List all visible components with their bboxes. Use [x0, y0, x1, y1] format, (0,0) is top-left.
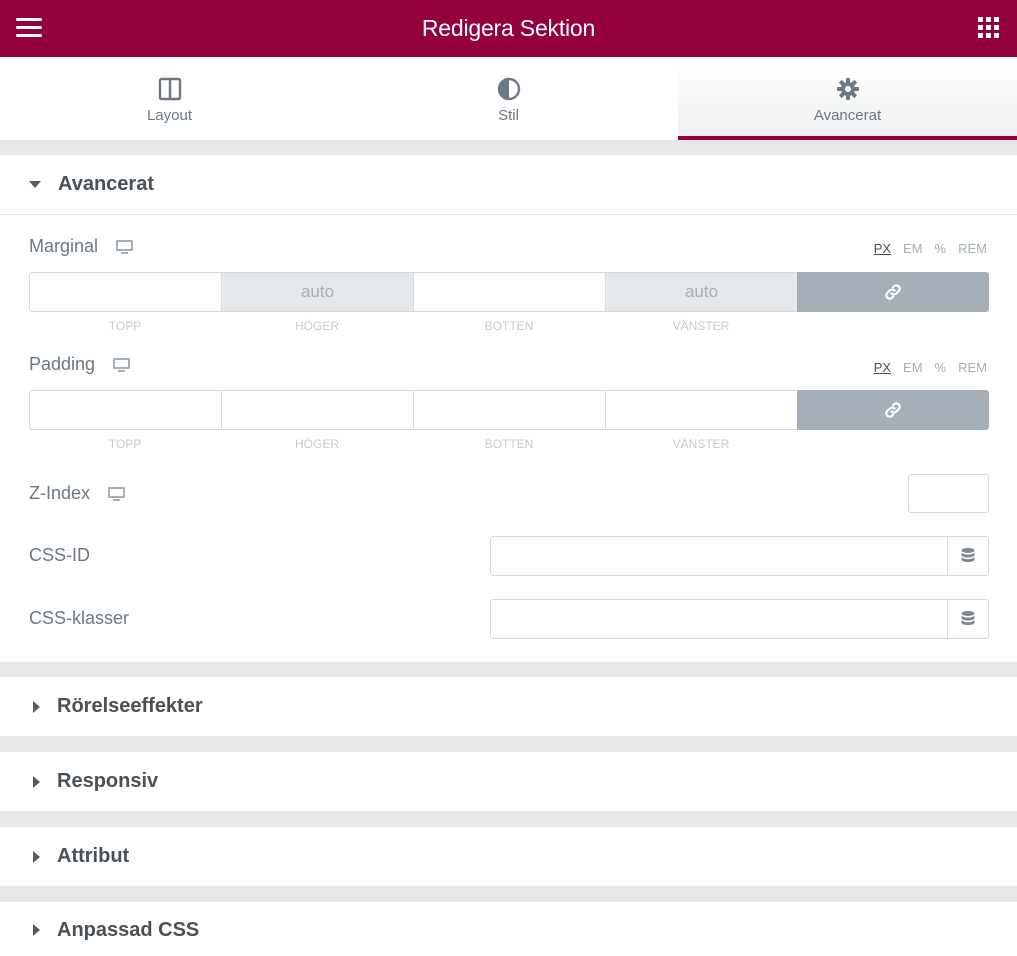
side-label-bottom: BOTTEN: [484, 437, 534, 451]
caret-down-icon: [29, 181, 41, 188]
unit-px[interactable]: PX: [874, 241, 891, 256]
tab-style[interactable]: Stil: [339, 57, 678, 140]
hamburger-menu-icon[interactable]: [16, 18, 42, 38]
tab-label: Layout: [146, 107, 193, 124]
half-circle-icon: [497, 77, 520, 101]
padding-inputs: [29, 390, 989, 430]
css-id-input[interactable]: [491, 537, 947, 575]
zindex-label: Z-Index: [29, 483, 91, 503]
side-label-left: VÄNSTER: [672, 319, 730, 333]
side-label-bottom: BOTTEN: [484, 319, 534, 333]
gear-icon: [836, 78, 859, 100]
zindex-input[interactable]: [908, 474, 989, 513]
section-title: Anpassad CSS: [57, 918, 200, 941]
margin-label: Marginal: [29, 236, 99, 256]
section-advanced: Avancerat Marginal PX EM % REM auto auto: [0, 155, 1017, 662]
css-id-control-label: CSS-ID: [29, 545, 90, 566]
unit-percent[interactable]: %: [935, 241, 947, 256]
side-label-right: HÖGER: [294, 437, 339, 451]
margin-link-button[interactable]: [797, 272, 989, 312]
padding-top-input[interactable]: [29, 390, 221, 430]
padding-control-label: Padding: [29, 354, 131, 375]
unit-rem[interactable]: REM: [958, 241, 987, 256]
margin-side-labels: TOPP HÖGER BOTTEN VÄNSTER: [29, 319, 797, 333]
zindex-control-label: Z-Index: [29, 483, 126, 504]
side-label-top: TOPP: [108, 437, 142, 451]
link-icon: [885, 284, 901, 300]
side-label-right: HÖGER: [294, 319, 339, 333]
section-responsive: Responsiv: [0, 752, 1017, 811]
tab-label: Stil: [498, 107, 519, 124]
padding-link-button[interactable]: [797, 390, 989, 430]
css-classes-input[interactable]: [491, 600, 947, 638]
section-advanced-header[interactable]: Avancerat: [0, 155, 1017, 214]
desktop-device-icon[interactable]: [116, 239, 134, 254]
tab-layout[interactable]: Layout: [0, 57, 339, 140]
padding-bottom-input[interactable]: [413, 390, 605, 430]
margin-top-input[interactable]: [29, 272, 221, 312]
section-title: Attribut: [57, 845, 130, 867]
css-id-field: [490, 536, 989, 576]
tab-advanced[interactable]: Avancerat: [678, 57, 1017, 140]
unit-rem[interactable]: REM: [958, 360, 987, 375]
padding-left-input[interactable]: [605, 390, 797, 430]
caret-right-icon: [33, 775, 40, 788]
section-title: Rörelseeffekter: [57, 695, 203, 717]
caret-right-icon: [33, 700, 40, 713]
padding-right-input[interactable]: [221, 390, 413, 430]
unit-em[interactable]: EM: [903, 360, 923, 375]
header-bar: Redigera Sektion: [0, 0, 1017, 57]
caret-right-icon: [33, 850, 40, 863]
margin-left-input[interactable]: auto: [605, 272, 797, 312]
section-attributes-header[interactable]: Attribut: [0, 827, 1017, 886]
caret-right-icon: [33, 924, 40, 936]
link-icon: [885, 402, 901, 418]
divider: [0, 140, 1017, 155]
margin-units: PX EM % REM: [874, 241, 987, 256]
margin-right-input[interactable]: auto: [221, 272, 413, 312]
section-custom-css-header[interactable]: Anpassad CSS: [0, 902, 1017, 956]
section-custom-css: Anpassad CSS: [0, 902, 1017, 956]
widgets-grid-icon[interactable]: [978, 17, 999, 38]
desktop-device-icon[interactable]: [108, 486, 126, 501]
database-icon: [961, 548, 975, 562]
section-motion-effects: Rörelseeffekter: [0, 677, 1017, 736]
unit-px[interactable]: PX: [874, 360, 891, 375]
desktop-device-icon[interactable]: [113, 357, 131, 372]
css-classes-label: CSS-klasser: [29, 608, 130, 628]
section-title: Responsiv: [57, 770, 159, 792]
side-label-top: TOPP: [108, 319, 142, 333]
section-motion-effects-header[interactable]: Rörelseeffekter: [0, 677, 1017, 736]
side-label-left: VÄNSTER: [672, 437, 730, 451]
columns-icon: [158, 77, 181, 101]
section-attributes: Attribut: [0, 827, 1017, 886]
padding-label: Padding: [29, 354, 96, 374]
panel-title: Redigera Sektion: [421, 15, 596, 41]
unit-percent[interactable]: %: [935, 360, 947, 375]
unit-em[interactable]: EM: [903, 241, 923, 256]
section-title: Avancerat: [58, 173, 154, 195]
database-icon: [961, 611, 975, 625]
dynamic-tags-button[interactable]: [947, 537, 988, 575]
tab-label: Avancerat: [813, 107, 882, 124]
panel-tabs: Layout Stil Avancerat: [0, 57, 1017, 140]
margin-bottom-input[interactable]: [413, 272, 605, 312]
css-id-label: CSS-ID: [29, 545, 91, 565]
dynamic-tags-button[interactable]: [947, 600, 988, 638]
margin-inputs: auto auto: [29, 272, 989, 312]
css-classes-field: [490, 599, 989, 639]
padding-units: PX EM % REM: [874, 360, 987, 375]
css-classes-control-label: CSS-klasser: [29, 608, 129, 629]
section-advanced-body: Marginal PX EM % REM auto auto TOPP HÖGE…: [0, 214, 1017, 662]
section-responsive-header[interactable]: Responsiv: [0, 752, 1017, 811]
margin-control-label: Marginal: [29, 236, 134, 257]
padding-side-labels: TOPP HÖGER BOTTEN VÄNSTER: [29, 437, 797, 451]
